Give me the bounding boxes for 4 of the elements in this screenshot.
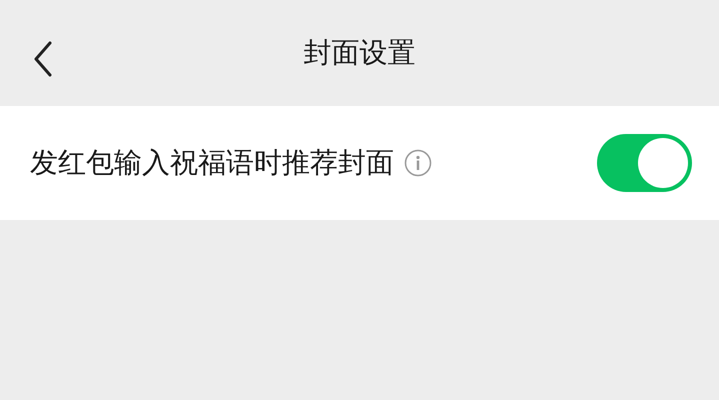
- back-chevron-icon: [33, 41, 53, 77]
- page-title: 封面设置: [304, 35, 416, 71]
- setting-label: 发红包输入祝福语时推荐封面: [30, 145, 394, 181]
- info-icon[interactable]: [404, 149, 432, 177]
